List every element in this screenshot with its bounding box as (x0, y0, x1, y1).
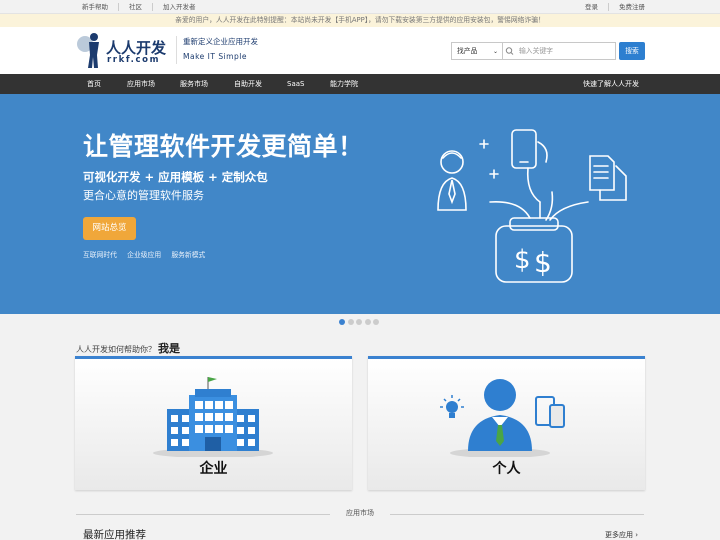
businessman-illustration-icon (437, 150, 467, 211)
nav-item-home[interactable]: 首页 (87, 74, 101, 94)
nav-item-academy[interactable]: 能力学院 (330, 74, 358, 94)
community-link[interactable]: 社区 (129, 3, 153, 11)
divider-line (76, 514, 330, 515)
logo-figure-icon (77, 33, 99, 68)
slogan-cn: 重新定义企业应用开发 (183, 37, 258, 46)
market-divider-label: 应用市场 (346, 509, 374, 517)
enterprise-card-label: 企业 (199, 461, 228, 477)
carousel-dot[interactable] (339, 319, 345, 325)
join-developer-link[interactable]: 加入开发者 (163, 3, 206, 11)
person-icon (440, 379, 565, 457)
devices-icon (535, 396, 565, 428)
help-emphasis: 我是 (158, 342, 180, 355)
latest-apps-title: 最新应用推荐 (83, 529, 146, 540)
search-category-value: 找产品 (457, 47, 478, 55)
banner-subtitle-service: 更合心意的管理软件服务 (83, 189, 204, 202)
security-notice: 亲爱的用户，人人开发在此特别提醒：本站尚未开发【手机APP】，请勿下载安装第三方… (0, 14, 720, 27)
search-box: 找产品 ⌄ 输入关键字 (451, 42, 616, 60)
slogan-en: Make IT Simple (183, 52, 247, 61)
help-question: 人人开发如何帮助你？ (76, 345, 156, 354)
help-section-title: 人人开发如何帮助你？ 我是 (76, 340, 180, 356)
personal-card-label: 个人 (492, 461, 521, 477)
carousel-dot[interactable] (364, 319, 371, 325)
slogan: 重新定义企业应用开发 Make IT Simple (176, 36, 258, 64)
top-left-links: 新手帮助 社区 加入开发者 (82, 3, 216, 11)
search-category-select[interactable]: 找产品 ⌄ (452, 43, 503, 59)
svg-text:$: $ (514, 245, 531, 275)
more-apps-link[interactable]: 更多应用 › (605, 530, 638, 540)
top-utility-bar: 新手帮助 社区 加入开发者 登录 免费注册 (0, 0, 720, 14)
banner-tag: 服务新模式 (171, 251, 206, 259)
banner-headline: 让管理软件开发更简单！ (83, 132, 364, 161)
enterprise-card[interactable]: 企业 (75, 356, 352, 490)
top-right-links: 登录 免费注册 (565, 3, 645, 11)
logo-domain-text: rrkf.com (107, 55, 161, 65)
search-icon (503, 43, 516, 59)
personal-card[interactable]: 个人 (368, 356, 645, 490)
site-logo[interactable]: 人人开发 rrkf.com (76, 31, 176, 69)
nav-item-saas[interactable]: SaaS (287, 74, 304, 94)
nav-item-self-dev[interactable]: 自助开发 (234, 74, 262, 94)
chevron-down-icon: ⌄ (492, 48, 498, 55)
phone-illustration-icon (511, 129, 548, 169)
banner-tag: 互联网时代 (83, 251, 117, 259)
search-button[interactable]: 搜索 (619, 42, 645, 60)
market-divider: 应用市场 (0, 508, 720, 520)
search-input[interactable]: 输入关键字 (516, 43, 615, 59)
carousel-dots (339, 319, 382, 325)
hero-banner: 让管理软件开发更简单！ 可视化开发 + 应用模板 + 定制众包 更合心意的管理软… (0, 94, 720, 314)
register-link[interactable]: 免费注册 (608, 3, 645, 11)
carousel-dot[interactable] (347, 319, 354, 325)
carousel-dot[interactable] (356, 319, 362, 325)
site-overview-button[interactable]: 网站总览 (83, 217, 136, 240)
help-link[interactable]: 新手帮助 (82, 3, 119, 11)
main-nav: 首页 应用市场 服务市场 自助开发 SaaS 能力学院 快速了解人人开发 (0, 74, 720, 94)
nav-item-service-market[interactable]: 服务市场 (180, 74, 208, 94)
banner-illustration-icon: $ $ (437, 129, 627, 283)
enterprise-building-icon (153, 377, 273, 457)
nav-item-app-market[interactable]: 应用市场 (127, 74, 155, 94)
money-illustration-icon: $ $ (495, 217, 573, 283)
carousel-dot[interactable] (373, 319, 379, 325)
svg-text:$: $ (534, 246, 552, 279)
login-link[interactable]: 登录 (575, 3, 598, 11)
nav-learn-more-link[interactable]: 快速了解人人开发 (583, 74, 639, 94)
banner-subtitle-features: 可视化开发 + 应用模板 + 定制众包 (83, 170, 268, 184)
divider-line (390, 514, 644, 515)
banner-tag: 企业级应用 (127, 251, 162, 259)
lightbulb-icon (440, 395, 464, 418)
banner-tags: 互联网时代 企业级应用 服务新模式 (83, 249, 213, 259)
document-illustration-icon (589, 155, 627, 201)
